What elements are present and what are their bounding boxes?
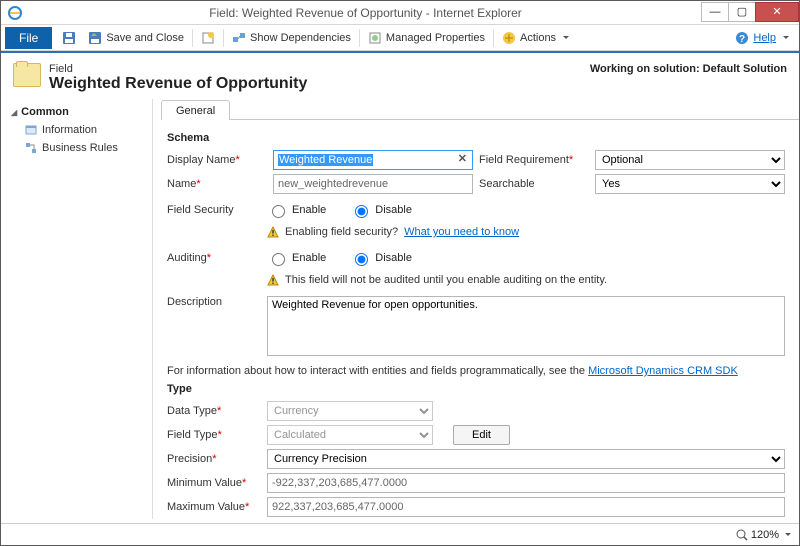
audit-warning-text: This field will not be audited until you…: [285, 274, 607, 286]
field-security-disable[interactable]: Disable: [350, 202, 412, 218]
type-heading: Type: [167, 383, 785, 395]
field-requirement-label: Field Requirement*: [479, 154, 579, 166]
entity-type-label: Field: [49, 63, 307, 75]
managed-icon: [368, 31, 382, 45]
description-textarea[interactable]: Weighted Revenue for open opportunities.: [267, 296, 785, 356]
description-label: Description: [167, 296, 267, 308]
max-value-label: Maximum Value*: [167, 501, 267, 513]
clear-icon[interactable]: ✕: [458, 152, 467, 165]
edit-button[interactable]: Edit: [453, 425, 510, 445]
help-icon: ?: [735, 31, 749, 45]
save-icon: [62, 31, 76, 45]
display-name-label: Display Name*: [167, 154, 267, 166]
auditing-label: Auditing*: [167, 252, 267, 264]
maximize-button[interactable]: ▢: [728, 2, 756, 22]
sdk-link[interactable]: Microsoft Dynamics CRM SDK: [588, 365, 738, 377]
dependencies-icon: [232, 31, 246, 45]
zoom-icon: [736, 529, 748, 541]
minimize-button[interactable]: —: [701, 2, 729, 22]
sidebar-info-label: Information: [42, 124, 97, 136]
data-type-label: Data Type*: [167, 405, 267, 417]
display-name-input[interactable]: Weighted Revenue: [273, 150, 473, 170]
rules-icon: [25, 142, 37, 154]
data-type-select: Currency: [267, 401, 433, 421]
sidebar-item-information[interactable]: Information: [1, 121, 152, 139]
actions-menu[interactable]: Actions: [496, 29, 575, 47]
save-close-label: Save and Close: [106, 32, 184, 44]
sdk-info-text: For information about how to interact wi…: [167, 365, 588, 377]
page-title: Weighted Revenue of Opportunity: [49, 75, 307, 93]
save-button[interactable]: [56, 29, 82, 47]
min-value-label: Minimum Value*: [167, 477, 267, 489]
field-type-select: Calculated: [267, 425, 433, 445]
separator: [359, 29, 360, 47]
show-deps-label: Show Dependencies: [250, 32, 351, 44]
new-button[interactable]: [195, 29, 221, 47]
warning-icon: [267, 226, 279, 238]
window-title: Field: Weighted Revenue of Opportunity -…: [29, 6, 702, 20]
separator: [223, 29, 224, 47]
svg-text:?: ?: [739, 34, 745, 45]
actions-icon: [502, 31, 516, 45]
actions-label: Actions: [520, 32, 556, 44]
help-menu[interactable]: ? Help: [729, 29, 795, 47]
field-type-label: Field Type*: [167, 429, 267, 441]
save-close-icon: [88, 31, 102, 45]
min-value-input: [267, 473, 785, 493]
ie-icon: [7, 5, 23, 21]
chevron-down-icon: [782, 529, 791, 541]
name-label: Name*: [167, 178, 267, 190]
auditing-enable[interactable]: Enable: [267, 250, 326, 266]
searchable-select[interactable]: Yes: [595, 174, 785, 194]
managed-properties-button[interactable]: Managed Properties: [362, 29, 491, 47]
sidebar-group-common[interactable]: Common: [1, 103, 152, 121]
fs-warning-text: Enabling field security?: [285, 226, 398, 238]
field-security-label: Field Security: [167, 204, 267, 216]
folder-icon: [13, 63, 41, 87]
zoom-control[interactable]: 120%: [736, 529, 791, 541]
separator: [192, 29, 193, 47]
separator: [493, 29, 494, 47]
sidebar-item-business-rules[interactable]: Business Rules: [1, 139, 152, 157]
save-and-close-button[interactable]: Save and Close: [82, 29, 190, 47]
max-value-input: [267, 497, 785, 517]
show-dependencies-button[interactable]: Show Dependencies: [226, 29, 357, 47]
managed-props-label: Managed Properties: [386, 32, 485, 44]
info-icon: [25, 124, 37, 136]
name-input: [273, 174, 473, 194]
sidebar-rules-label: Business Rules: [42, 142, 118, 154]
help-label: Help: [753, 32, 776, 44]
close-button[interactable]: ✕: [755, 2, 799, 22]
zoom-label: 120%: [751, 529, 779, 541]
tab-general[interactable]: General: [161, 100, 230, 120]
precision-select[interactable]: Currency Precision: [267, 449, 785, 469]
field-requirement-select[interactable]: Optional: [595, 150, 785, 170]
new-icon: [201, 31, 215, 45]
auditing-disable[interactable]: Disable: [350, 250, 412, 266]
field-security-enable[interactable]: Enable: [267, 202, 326, 218]
searchable-label: Searchable: [479, 178, 579, 190]
warning-icon: [267, 274, 279, 286]
file-menu[interactable]: File: [5, 27, 52, 49]
working-on-label: Working on solution: Default Solution: [590, 63, 787, 75]
fs-warning-link[interactable]: What you need to know: [404, 226, 519, 238]
schema-heading: Schema: [167, 132, 785, 144]
display-name-value: Weighted Revenue: [278, 154, 373, 166]
precision-label: Precision*: [167, 453, 267, 465]
